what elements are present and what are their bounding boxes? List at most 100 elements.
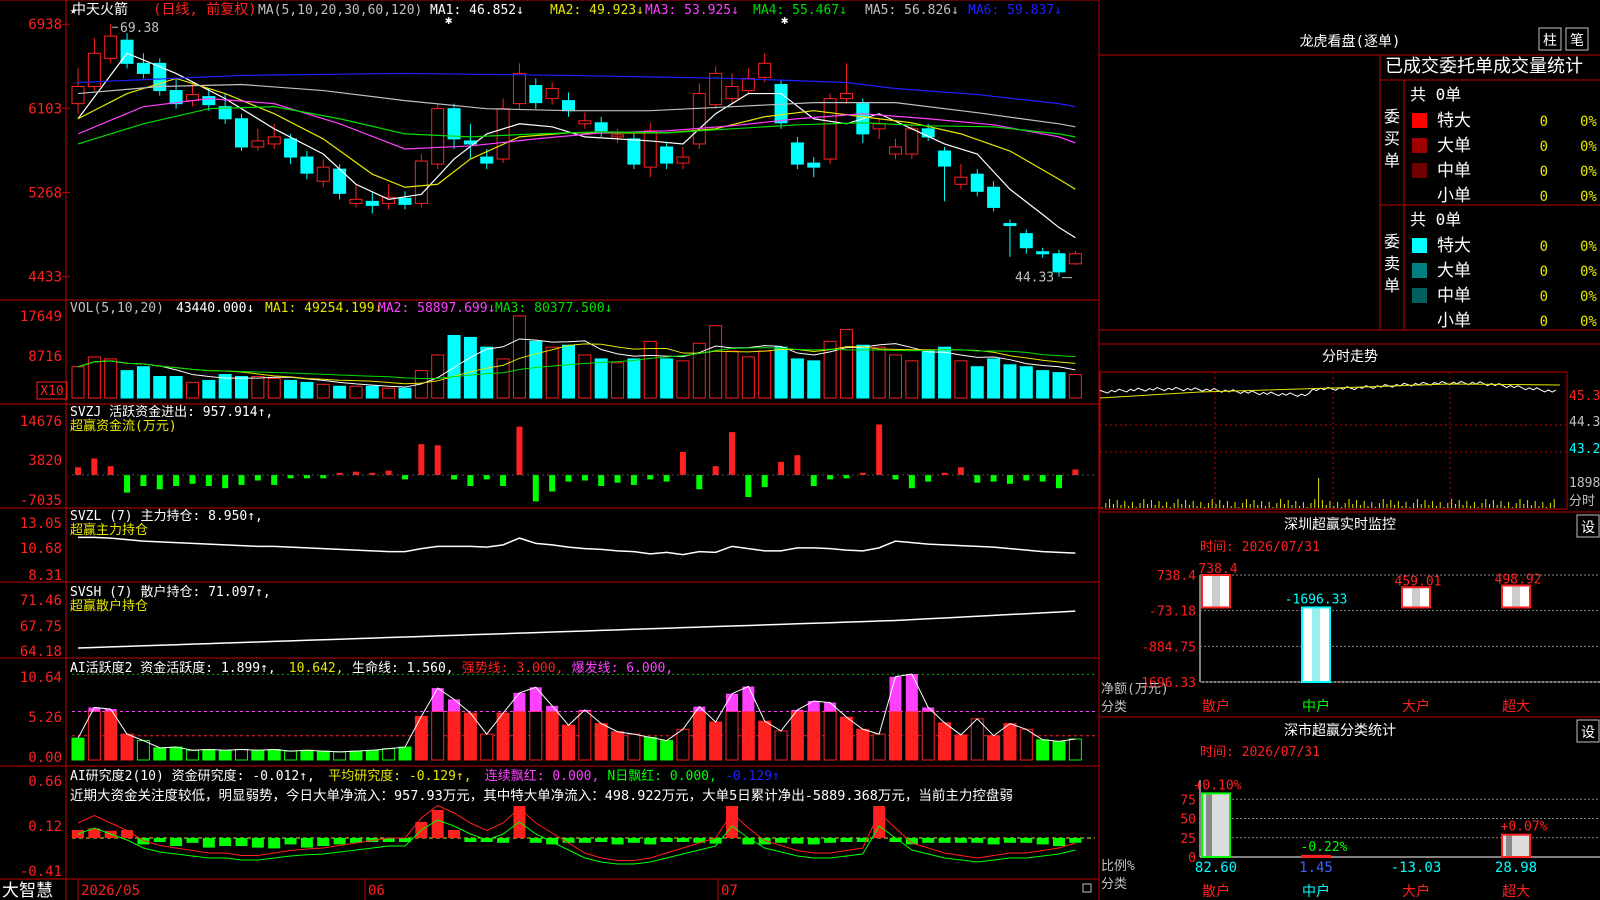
order-pct: 0% bbox=[1580, 139, 1597, 155]
volume-bar bbox=[725, 350, 739, 399]
volume-bar bbox=[1068, 374, 1082, 399]
ai-activity-chart[interactable]: AI活跃度2 资金活跃度: 1.899↑, 10.642, 生命线: 1.560… bbox=[20, 660, 1095, 766]
date-label: 06 bbox=[368, 883, 385, 899]
price-chart[interactable]: 693861035268443369.3844.33中天火箭 (日线, 前复权) M… bbox=[28, 1, 1082, 286]
ma-value-label: MA4: 55.467↓ bbox=[753, 3, 847, 18]
volume-value: MA1: 49254.199↓ bbox=[265, 301, 382, 316]
candle-body bbox=[627, 138, 641, 165]
ai2-tick: -0.41 bbox=[20, 864, 62, 880]
intraday-tick: 45.39 bbox=[1569, 389, 1600, 404]
monitor-xlabel: 分类 bbox=[1101, 700, 1127, 715]
volume-bar bbox=[611, 362, 625, 399]
ma-value-label: MA5: 56.826↓ bbox=[865, 3, 959, 18]
volume-value: MA3: 80377.500↓ bbox=[495, 301, 612, 316]
activity-bar bbox=[643, 736, 657, 761]
svsh-chart[interactable]: SVSH (7) 散户持仓: 71.097↑,超赢散户持仓 71.46 67.75 6… bbox=[20, 584, 1076, 660]
fund-flow-bar bbox=[908, 475, 915, 489]
monitor-tick: -73.18 bbox=[1149, 605, 1196, 620]
intraday-tick: 44.33 bbox=[1569, 415, 1600, 430]
order-pct: 0% bbox=[1580, 239, 1597, 255]
activity-bar bbox=[1068, 738, 1082, 761]
fund-flow-bar bbox=[925, 475, 932, 482]
fund-flow-bar bbox=[451, 475, 458, 480]
candle-body bbox=[545, 88, 559, 100]
activity-bar bbox=[1003, 723, 1017, 761]
volume-bar bbox=[758, 350, 772, 399]
research-bar bbox=[922, 838, 935, 843]
candle-body bbox=[136, 62, 150, 74]
order-total: 共 0单 bbox=[1410, 85, 1461, 104]
monitor-tick: -884.75 bbox=[1141, 640, 1196, 655]
research-bar bbox=[235, 838, 248, 846]
volume-tick: 8716 bbox=[28, 349, 62, 365]
research-bar bbox=[726, 806, 738, 838]
order-color-swatch bbox=[1412, 163, 1427, 178]
order-size-label: 大单 bbox=[1437, 261, 1471, 281]
monitor-bar-label: 459.01 bbox=[1395, 574, 1442, 589]
svzl-chart[interactable]: SVZL (7) 主力持仓: 8.950↑,超赢主力持仓 13.05 10.68 8.… bbox=[20, 509, 1076, 584]
activity-bar bbox=[202, 748, 216, 761]
svzl-label: SVZL (7) 主力持仓: 8.950↑, bbox=[70, 509, 263, 524]
volume-bar bbox=[1036, 370, 1050, 399]
side-label-char: 委 bbox=[1384, 107, 1400, 126]
burst-bar bbox=[824, 702, 837, 712]
volume-bar bbox=[365, 385, 379, 399]
svsh-tick: 67.75 bbox=[20, 619, 62, 635]
svsh-tick: 71.46 bbox=[20, 593, 62, 609]
order-pct: 0% bbox=[1580, 289, 1597, 305]
activity-bar bbox=[692, 711, 706, 761]
candle-body bbox=[741, 77, 755, 92]
candle-body bbox=[251, 140, 265, 148]
ma1-line bbox=[77, 52, 1076, 239]
price-tick: 4433 bbox=[28, 270, 62, 286]
volume-chart[interactable]: VOL(5,10,20) 43440.000↓ MA1: 49254.199↓MA2… bbox=[20, 301, 1082, 400]
research-bar bbox=[284, 838, 297, 845]
fund-flow-bar bbox=[957, 467, 964, 475]
class-bar-shade bbox=[1206, 793, 1212, 857]
svzl-tick: 10.68 bbox=[20, 541, 62, 557]
order-count: 0 bbox=[1540, 289, 1548, 305]
ai2-label-part: N日飘红: 0.000, bbox=[607, 768, 716, 784]
candle-body bbox=[365, 200, 379, 206]
fund-flow-bar bbox=[467, 475, 474, 486]
volume-bar bbox=[1019, 366, 1033, 399]
volume-bar bbox=[251, 376, 265, 399]
volume-bar bbox=[660, 358, 674, 399]
svzl-sublabel: 超赢主力持仓 bbox=[70, 522, 148, 538]
period-label: (日线, 前复权) bbox=[153, 1, 257, 18]
order-color-swatch bbox=[1412, 138, 1427, 153]
burst-bar bbox=[889, 676, 902, 712]
volume-bar bbox=[267, 377, 281, 399]
activity-bar bbox=[938, 722, 952, 761]
volume-tick: 17649 bbox=[20, 309, 62, 325]
order-pct: 0% bbox=[1580, 114, 1597, 130]
fund-flow-bar bbox=[990, 475, 997, 482]
research-bar bbox=[268, 838, 281, 849]
candle-body bbox=[1052, 253, 1066, 273]
fund-flow-bar bbox=[778, 461, 785, 475]
volume-bar bbox=[104, 358, 118, 399]
candle-body bbox=[889, 146, 902, 155]
ai-research-chart[interactable]: AI研究度2(10) 资金研究度: -0.012↑, 平均研究度: -0.129… bbox=[20, 768, 1095, 880]
ai1-label-part: 生命线: 1.560, bbox=[352, 660, 454, 676]
volume-label: VOL(5,10,20) bbox=[70, 301, 164, 316]
activity-bar bbox=[529, 711, 543, 761]
candle-body bbox=[954, 176, 968, 185]
ai2-analysis-text: 近期大资金关注度较低，明显弱势，今日大单净流入：957.93万元，其中特大单净流… bbox=[70, 787, 1013, 804]
main-holding-line bbox=[78, 536, 1076, 556]
svzj-chart[interactable]: SVZJ 活跃资金进出: 957.914↑,超赢资金流(万元) 14676 3820… bbox=[20, 404, 1095, 509]
stock-title[interactable]: 中天火箭 bbox=[72, 1, 128, 18]
svzj-tick: 14676 bbox=[20, 414, 62, 430]
volume-bar bbox=[905, 360, 919, 399]
low-price-label: 44.33 bbox=[1015, 271, 1054, 286]
research-bar bbox=[448, 830, 461, 838]
candle-body bbox=[529, 85, 543, 104]
volume-bar bbox=[562, 344, 575, 399]
svsh-sublabel: 超赢散户持仓 bbox=[70, 598, 148, 614]
burst-bar bbox=[431, 688, 444, 712]
side-label-char: 卖 bbox=[1384, 254, 1400, 273]
research-bar bbox=[137, 838, 150, 845]
fund-flow-bar bbox=[1056, 475, 1062, 489]
fund-flow-bar bbox=[1039, 475, 1046, 482]
monitor-category: 大户 bbox=[1402, 698, 1430, 715]
